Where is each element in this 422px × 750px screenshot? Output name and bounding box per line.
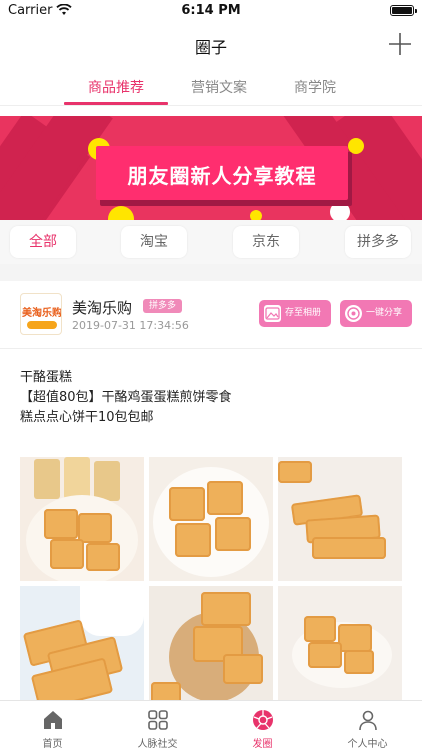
platform-badge: 拼多多 bbox=[143, 299, 183, 313]
section-divider bbox=[0, 264, 422, 281]
tab-home-label: 首页 bbox=[42, 739, 63, 750]
post-timestamp: 2019-07-31 17:34:56 bbox=[72, 319, 189, 332]
filter-pinduoduo[interactable]: 拼多多 bbox=[345, 226, 411, 258]
tab-business-school[interactable]: 商学院 bbox=[260, 77, 370, 97]
tab-social[interactable]: 人脉社交 bbox=[105, 701, 210, 750]
tab-home[interactable]: 首页 bbox=[0, 701, 105, 750]
tab-product-recommend[interactable]: 商品推荐 bbox=[61, 77, 171, 97]
nav-bar: 圈子 bbox=[0, 22, 422, 66]
segment-tabs: 商品推荐 营销文案 商学院 bbox=[0, 66, 422, 106]
banner-title: 朋友圈新人分享教程 bbox=[127, 164, 317, 188]
tab-marketing-copy[interactable]: 营销文案 bbox=[164, 77, 274, 97]
aperture-icon bbox=[345, 305, 362, 322]
grid-icon bbox=[148, 710, 168, 730]
one-click-share-button[interactable]: 一键分享 bbox=[340, 300, 412, 327]
cake-board-photo[interactable] bbox=[149, 586, 273, 710]
filter-all[interactable]: 全部 bbox=[10, 226, 76, 258]
page-title: 圈子 bbox=[194, 38, 227, 57]
battery-icon bbox=[390, 5, 417, 16]
filter-taobao[interactable]: 淘宝 bbox=[121, 226, 187, 258]
avatar[interactable]: 美淘乐购 bbox=[20, 293, 62, 335]
home-icon bbox=[44, 711, 62, 729]
plus-icon[interactable] bbox=[386, 30, 414, 58]
promo-banner[interactable]: 朋友圈新人分享教程 bbox=[0, 116, 422, 220]
clock: 6:14 PM bbox=[181, 3, 241, 18]
one-click-share-label: 一键分享 bbox=[366, 308, 403, 318]
cake-dish-photo[interactable] bbox=[278, 586, 402, 710]
bottom-tab-bar: 首页 人脉社交 发圈 个人中心 bbox=[0, 700, 422, 750]
tab-profile[interactable]: 个人中心 bbox=[315, 701, 420, 750]
platform-filter: 全部 淘宝 京东 拼多多 bbox=[0, 220, 422, 264]
save-to-album-label: 存至相册 bbox=[285, 308, 322, 318]
post-header: 美淘乐购 美淘乐购 拼多多 2019-07-31 17:34:56 存至相册 一… bbox=[0, 281, 422, 349]
image-icon bbox=[264, 305, 281, 322]
post-description: 干酪蛋糕 【超值80包】干酪鸡蛋蛋糕煎饼零食 糕点点心饼干10包包邮 bbox=[20, 368, 400, 428]
person-icon bbox=[359, 710, 377, 731]
cake-stack-photo[interactable] bbox=[278, 457, 402, 581]
post-line: 【超值80包】干酪鸡蛋蛋糕煎饼零食 bbox=[20, 390, 232, 405]
tab-social-label: 人脉社交 bbox=[137, 739, 178, 750]
status-bar: Carrier 6:14 PM bbox=[0, 0, 422, 22]
tab-moments-label: 发圈 bbox=[252, 739, 273, 750]
avatar-logo-text: 美淘乐购 bbox=[22, 308, 62, 319]
filter-jd[interactable]: 京东 bbox=[233, 226, 299, 258]
photo-grid bbox=[20, 457, 402, 710]
cake-package-photo[interactable] bbox=[20, 457, 144, 581]
tab-profile-label: 个人中心 bbox=[347, 739, 388, 750]
post-line: 干酪蛋糕 bbox=[20, 370, 73, 385]
aperture-icon bbox=[253, 710, 273, 730]
shop-name: 美淘乐购 bbox=[72, 299, 133, 317]
cake-wheat-photo[interactable] bbox=[20, 586, 144, 710]
save-to-album-button[interactable]: 存至相册 bbox=[259, 300, 331, 327]
post-line: 糕点点心饼干10包包邮 bbox=[20, 410, 154, 425]
active-tab-indicator bbox=[64, 102, 168, 105]
cake-plate-photo[interactable] bbox=[149, 457, 273, 581]
tab-moments[interactable]: 发圈 bbox=[210, 701, 315, 750]
